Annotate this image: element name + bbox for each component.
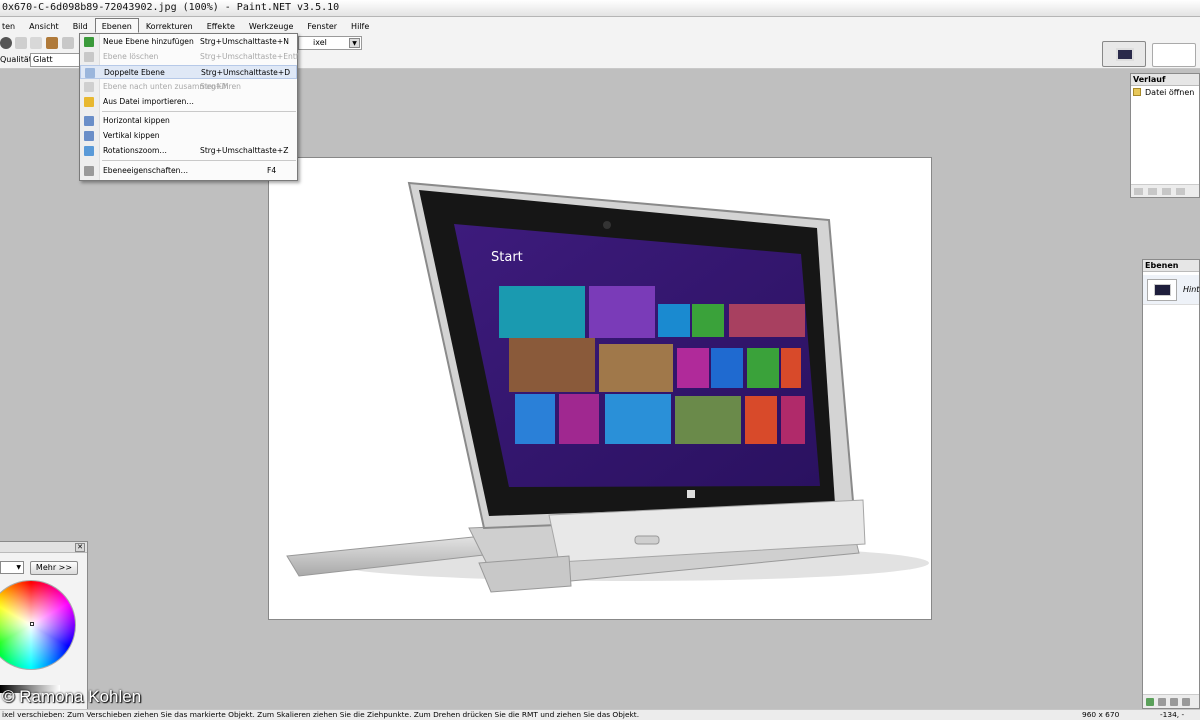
- menu-item-shortcut: Strg+Umschalttaste+N: [200, 37, 289, 46]
- layers-title: Ebenen: [1143, 260, 1199, 272]
- menu-item-label: Ebeneeigenschaften…: [103, 166, 189, 175]
- add-layer-icon: [84, 37, 94, 47]
- pixel-text: ixel: [313, 38, 327, 47]
- start-label: Start: [491, 250, 523, 265]
- menu-item-duplicate-layer[interactable]: Doppelte Ebene Strg+Umschalttaste+D: [80, 65, 297, 79]
- menu-fenster[interactable]: Fenster: [300, 18, 344, 33]
- image-size: 960 x 670: [1082, 710, 1120, 719]
- ebenen-dropdown-menu: Neue Ebene hinzufügen Strg+Umschalttaste+…: [79, 33, 298, 181]
- menu-edit[interactable]: ten: [0, 18, 22, 33]
- save-icon[interactable]: [0, 37, 12, 49]
- layer-name: Hinte: [1183, 285, 1200, 294]
- image-tab-thumbnail[interactable]: [1102, 41, 1146, 67]
- window-title: 0x670-C-6d098b89-72043902.jpg (100%) - P…: [2, 2, 340, 13]
- status-hint: ixel verschieben: Zum Verschieben ziehen…: [2, 710, 640, 719]
- menu-item-label: Neue Ebene hinzufügen: [103, 37, 194, 46]
- color-mode-select[interactable]: ▼: [0, 561, 24, 574]
- status-bar: ixel verschieben: Zum Verschieben ziehen…: [0, 709, 1200, 720]
- redo-icon[interactable]: [1162, 188, 1171, 195]
- menu-separator: [102, 160, 296, 161]
- layer-row[interactable]: Hinte: [1143, 275, 1200, 305]
- flip-vertical-icon: [84, 131, 94, 141]
- menu-item-delete-layer[interactable]: Ebene löschen Strg+Umschalttaste+Entf: [80, 50, 299, 64]
- rotate-zoom-icon: [84, 146, 94, 156]
- menu-bar: ten Ansicht Bild Ebenen Korrekturen Effekte We…: [0, 17, 1200, 34]
- open-file-icon: [1133, 88, 1141, 96]
- layers-controls: [1143, 694, 1199, 708]
- menu-item-merge-down[interactable]: Ebene nach unten zusammenführen Strg+M: [80, 80, 297, 94]
- menu-werkzeuge[interactable]: Werkzeuge: [242, 18, 300, 33]
- layer-properties-icon: [84, 166, 94, 176]
- delete-layer-icon[interactable]: [1158, 698, 1166, 706]
- history-item-label: Datei öffnen: [1145, 88, 1195, 97]
- cut-icon[interactable]: [15, 37, 27, 49]
- import-file-icon: [84, 97, 94, 107]
- history-item[interactable]: Datei öffnen: [1133, 88, 1194, 98]
- thumbnail-image: [1116, 48, 1134, 61]
- menu-item-label: Rotationszoom…: [103, 146, 167, 155]
- duplicate-layer-icon: [85, 68, 95, 78]
- colors-title-bar: [0, 542, 87, 553]
- cursor-coords: -134, -: [1160, 710, 1185, 719]
- history-title: Verlauf: [1131, 74, 1199, 86]
- fast-forward-icon[interactable]: [1176, 188, 1185, 195]
- close-icon[interactable]: ✕: [75, 543, 85, 552]
- menu-item-label: Vertikal kippen: [103, 131, 160, 140]
- copy-icon[interactable]: [30, 37, 42, 49]
- layer-thumbnail: [1147, 279, 1177, 301]
- menu-item-flip-vertical[interactable]: Vertikal kippen: [80, 129, 297, 143]
- flip-horizontal-icon: [84, 116, 94, 126]
- menu-item-shortcut: Strg+M: [200, 82, 229, 91]
- undo-icon[interactable]: [1148, 188, 1157, 195]
- menu-item-label: Horizontal kippen: [103, 116, 170, 125]
- crop-icon[interactable]: [62, 37, 74, 49]
- tablet-photo: Start: [286, 181, 929, 593]
- menu-item-label: Aus Datei importieren…: [103, 97, 194, 106]
- menu-ansicht[interactable]: Ansicht: [22, 18, 66, 33]
- chevron-down-icon[interactable]: ▼: [349, 38, 360, 48]
- unit-select[interactable]: ixel ▼: [298, 36, 362, 50]
- delete-layer-icon: [84, 52, 94, 62]
- menu-bild[interactable]: Bild: [66, 18, 95, 33]
- menu-item-shortcut: Strg+Umschalttaste+Entf: [200, 52, 299, 61]
- menu-hilfe[interactable]: Hilfe: [344, 18, 376, 33]
- menu-item-label: Doppelte Ebene: [104, 68, 165, 77]
- add-layer-icon[interactable]: [1146, 698, 1154, 706]
- layers-panel: Ebenen Hinte: [1142, 259, 1200, 709]
- menu-effekte[interactable]: Effekte: [200, 18, 242, 33]
- menu-item-add-layer[interactable]: Neue Ebene hinzufügen Strg+Umschalttaste+…: [80, 35, 297, 49]
- menu-separator: [102, 111, 296, 112]
- menu-item-shortcut: Strg+Umschalttaste+D: [201, 68, 291, 77]
- menu-korrekturen[interactable]: Korrekturen: [139, 18, 200, 33]
- title-bar: 0x670-C-6d098b89-72043902.jpg (100%) - P…: [0, 0, 1200, 17]
- menu-ebenen[interactable]: Ebenen: [94, 18, 139, 33]
- color-wheel[interactable]: [0, 580, 76, 670]
- move-layer-icon[interactable]: [1182, 698, 1190, 706]
- watermark: © Ramona Kohlen: [2, 687, 142, 706]
- menu-item-import-file[interactable]: Aus Datei importieren…: [80, 95, 297, 109]
- duplicate-layer-icon[interactable]: [1170, 698, 1178, 706]
- menu-item-shortcut: Strg+Umschalttaste+Z: [200, 146, 289, 155]
- quality-select[interactable]: Glatt: [30, 53, 82, 67]
- menu-item-flip-horizontal[interactable]: Horizontal kippen: [80, 114, 297, 128]
- paste-icon[interactable]: [46, 37, 58, 49]
- rewind-icon[interactable]: [1134, 188, 1143, 195]
- colors-panel: ✕ ▼ Mehr >>: [0, 541, 88, 711]
- history-panel: Verlauf Datei öffnen: [1130, 73, 1200, 198]
- color-picker-handle[interactable]: [30, 622, 34, 626]
- empty-tab-slot[interactable]: [1152, 43, 1196, 67]
- image-canvas[interactable]: Start: [268, 157, 932, 620]
- merge-down-icon: [84, 82, 94, 92]
- menu-item-rotate-zoom[interactable]: Rotationszoom… Strg+Umschalttaste+Z: [80, 144, 297, 158]
- menu-item-layer-properties[interactable]: Ebeneeigenschaften… F4: [80, 164, 297, 178]
- more-button[interactable]: Mehr >>: [30, 561, 78, 575]
- menu-item-label: Ebene löschen: [103, 52, 159, 61]
- history-controls: [1131, 184, 1199, 197]
- menu-item-shortcut: F4: [267, 166, 277, 175]
